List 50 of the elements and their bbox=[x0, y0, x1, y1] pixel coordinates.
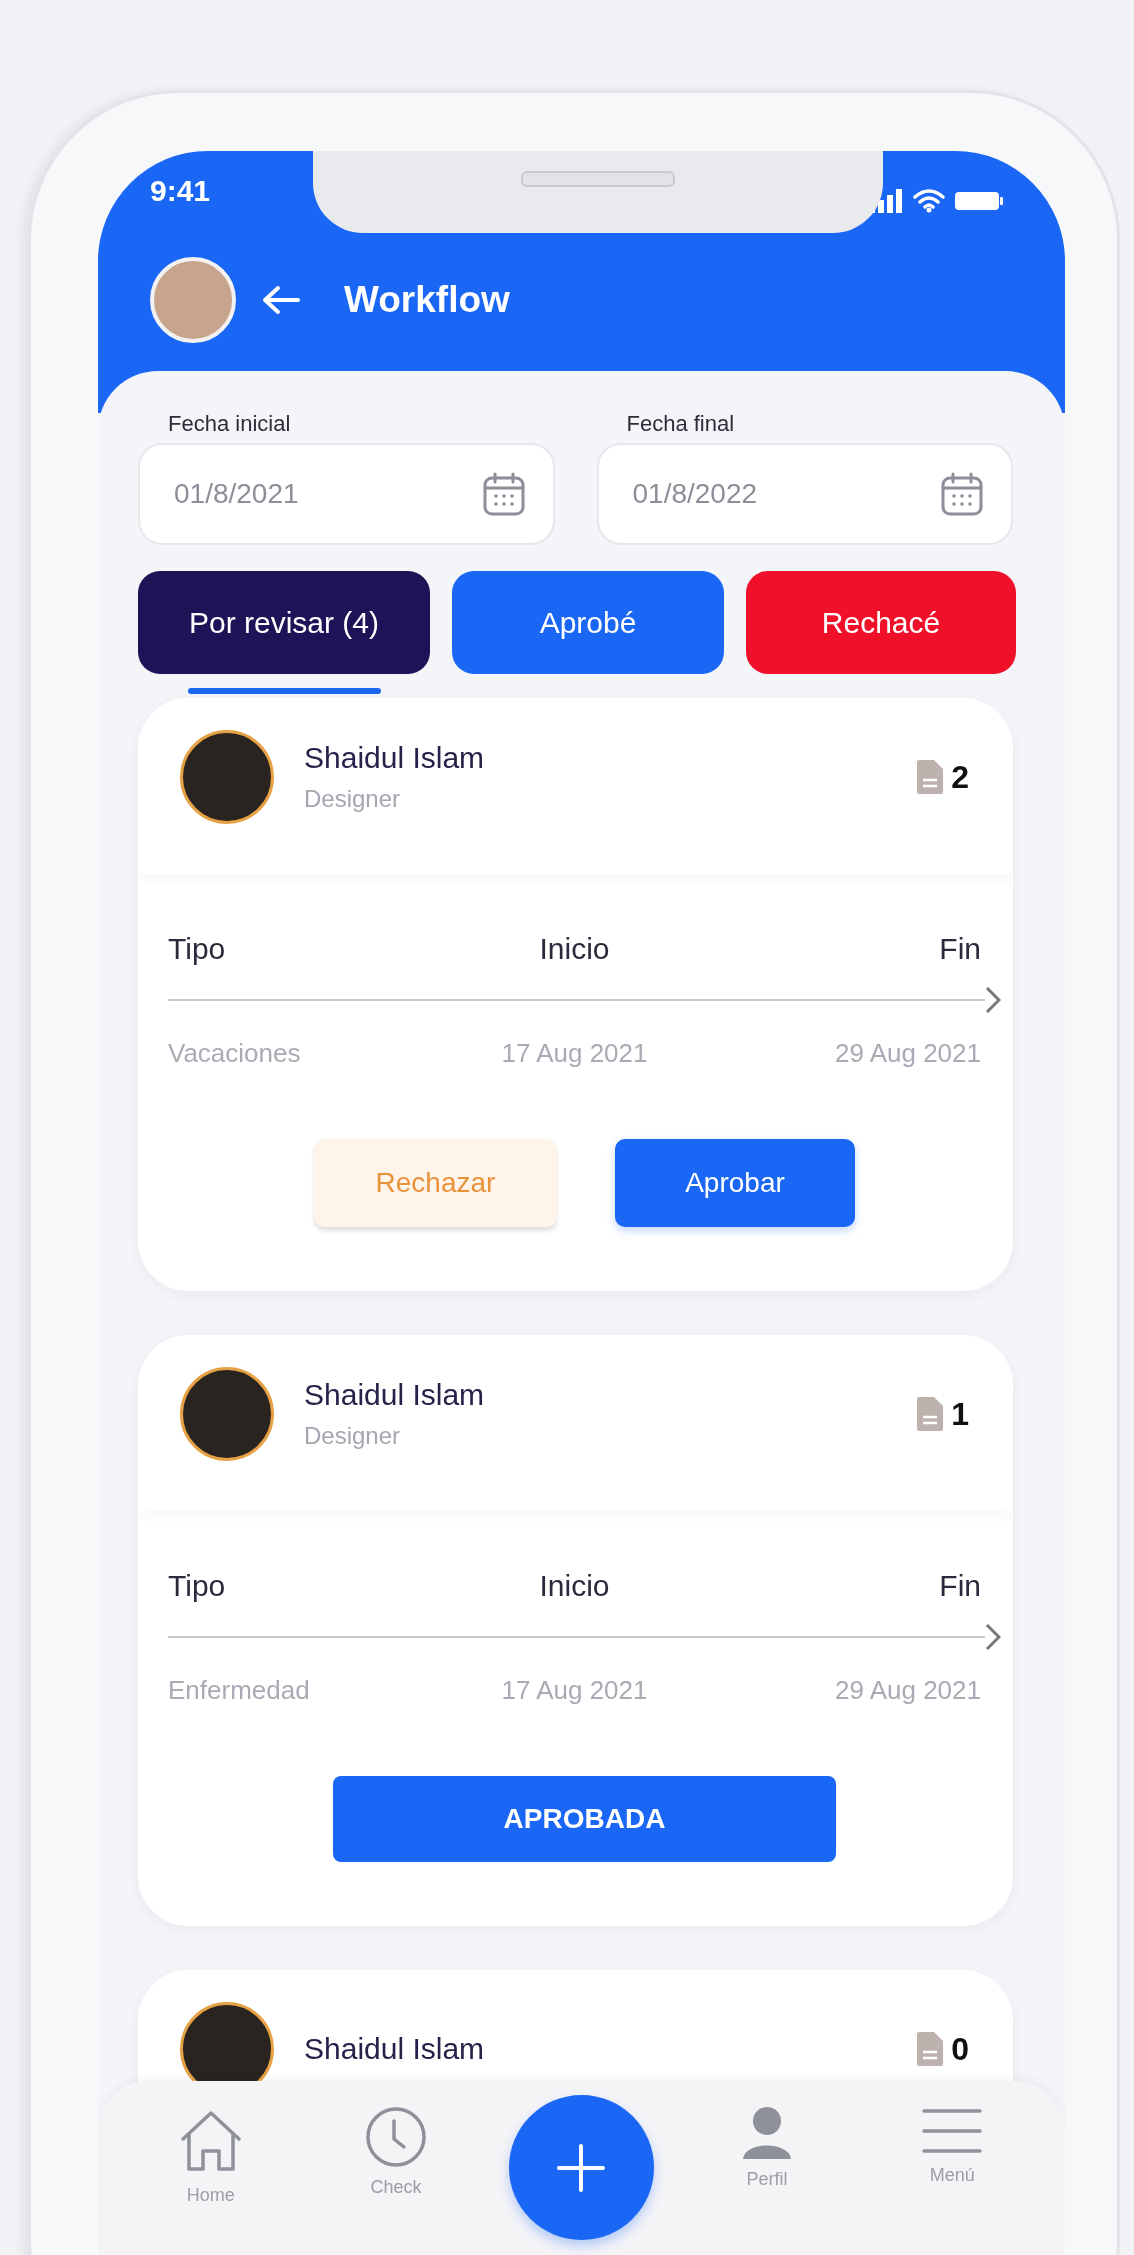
battery-icon bbox=[955, 190, 1003, 212]
date-field[interactable]: 01/8/2022 bbox=[596, 443, 1013, 545]
document-icon bbox=[917, 760, 944, 794]
table-cell: 29 Aug 2021 bbox=[834, 1675, 981, 1705]
column-header: Fin bbox=[939, 932, 981, 965]
document-icon bbox=[917, 1397, 944, 1431]
table-cell: 17 Aug 2021 bbox=[501, 1038, 648, 1068]
document-icon bbox=[917, 2032, 944, 2066]
nav-item[interactable]: Home bbox=[118, 2081, 304, 2207]
approved-status-button[interactable]: APROBADA bbox=[333, 1776, 836, 1862]
approve-button[interactable]: Aprobar bbox=[615, 1139, 855, 1227]
column-header: Inicio bbox=[539, 932, 610, 965]
column-header: Inicio bbox=[539, 1569, 610, 1602]
wifi-icon bbox=[913, 189, 945, 213]
chevron-right-icon[interactable] bbox=[985, 986, 1001, 1014]
back-arrow-icon[interactable] bbox=[262, 285, 300, 315]
calendar-icon bbox=[941, 472, 983, 516]
column-header: Fin bbox=[939, 1569, 981, 1602]
status-time: 9:41 bbox=[150, 174, 211, 208]
clock-icon bbox=[364, 2105, 429, 2169]
table-cell: Enfermedad bbox=[168, 1675, 310, 1705]
nav-item[interactable]: Menú bbox=[859, 2081, 1045, 2187]
filter-tab[interactable]: Aprobé bbox=[452, 571, 724, 674]
employee-role: Designer bbox=[304, 1422, 402, 1450]
add-button[interactable] bbox=[509, 2095, 654, 2240]
column-header: Tipo bbox=[168, 1569, 226, 1602]
document-count: 2 bbox=[951, 758, 969, 796]
table-cell: 29 Aug 2021 bbox=[834, 1038, 981, 1068]
filter-tab[interactable]: Por revisar (4) bbox=[138, 571, 430, 674]
nav-item[interactable]: Check bbox=[303, 2081, 489, 2199]
chevron-right-icon[interactable] bbox=[985, 1623, 1001, 1651]
table-cell: 17 Aug 2021 bbox=[501, 1675, 648, 1705]
employee-name: Shaidul Islam bbox=[304, 1378, 486, 1412]
date-label: Fecha inicial bbox=[168, 411, 291, 437]
document-count: 1 bbox=[951, 1395, 969, 1433]
column-header: Tipo bbox=[168, 932, 226, 965]
plus-icon bbox=[556, 2142, 607, 2193]
employee-name: Shaidul Islam bbox=[304, 2032, 486, 2066]
document-count: 0 bbox=[951, 2030, 969, 2068]
nav-item[interactable]: Perfil bbox=[674, 2081, 860, 2191]
date-field[interactable]: 01/8/2021 bbox=[138, 443, 555, 545]
profile-icon bbox=[740, 2105, 793, 2161]
date-label: Fecha final bbox=[626, 411, 735, 437]
page-title: Workflow bbox=[344, 279, 510, 321]
calendar-icon bbox=[482, 472, 525, 516]
table-cell: Vacaciones bbox=[168, 1038, 301, 1068]
employee-name: Shaidul Islam bbox=[304, 741, 486, 775]
reject-button[interactable]: Rechazar bbox=[314, 1139, 557, 1227]
filter-tab[interactable]: Rechacé bbox=[746, 571, 1016, 674]
employee-role: Designer bbox=[304, 785, 402, 813]
